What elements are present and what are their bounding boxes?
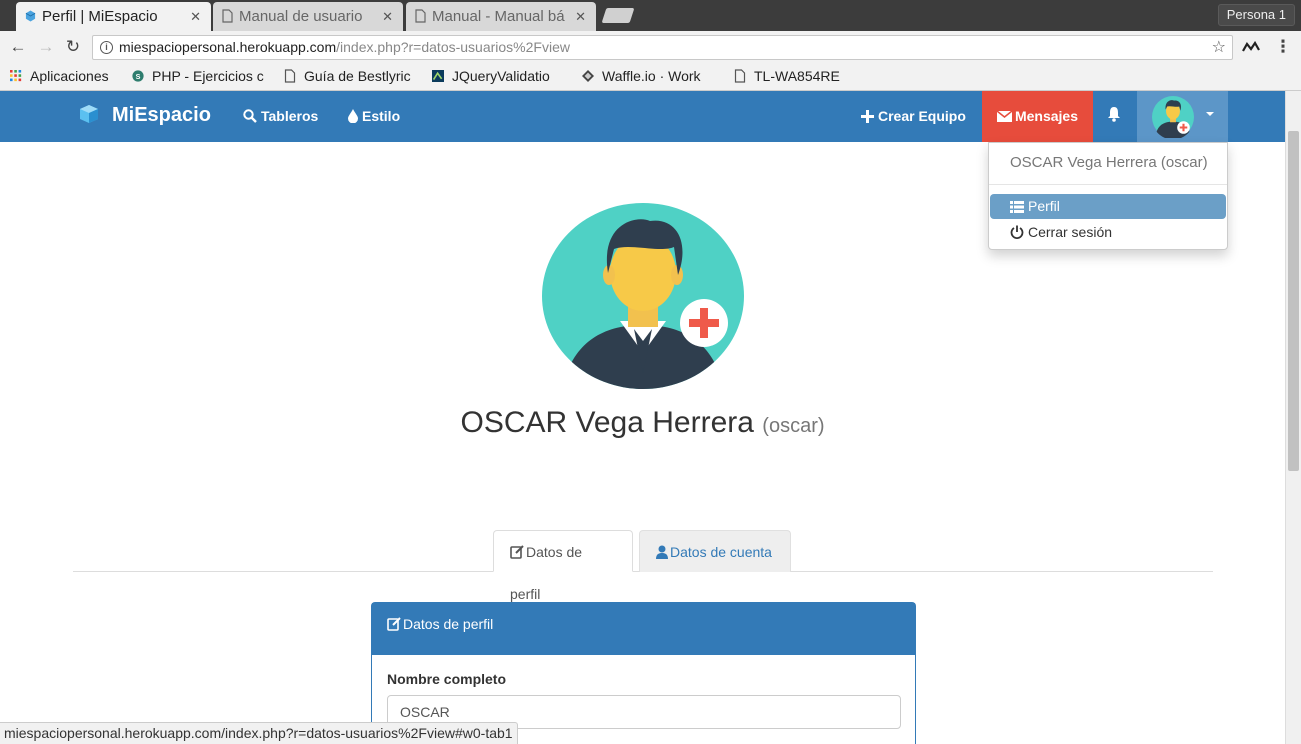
bookmark-aplicaciones[interactable]: Aplicaciones: [10, 68, 109, 84]
svg-text:S: S: [136, 72, 141, 81]
new-tab-button[interactable]: [601, 8, 635, 23]
tab-label: Manual de usuario: [239, 8, 363, 25]
page-icon: [222, 9, 233, 23]
tab-datos-cuenta[interactable]: Datos de cuenta: [639, 530, 791, 572]
menu-item-cerrar-sesion[interactable]: Cerrar sesión: [990, 220, 1226, 245]
panel-heading: Datos de perfil: [372, 603, 915, 655]
nav-label: Tableros: [261, 108, 319, 124]
bookmark-tl-wa854re[interactable]: TL-WA854RE: [734, 68, 840, 84]
nav-estilo[interactable]: Estilo: [348, 108, 400, 124]
menu-item-label: Cerrar sesión: [1028, 224, 1113, 240]
mensajes-button[interactable]: Mensajes: [982, 91, 1093, 142]
close-tab-icon[interactable]: ✕: [382, 9, 393, 25]
forward-icon[interactable]: →: [36, 37, 56, 57]
tab-label: Perfil | MiEspacio: [42, 8, 158, 25]
crear-equipo-button[interactable]: Crear Equipo: [861, 108, 966, 124]
scrollbar-thumb[interactable]: [1288, 131, 1299, 471]
nombre-completo-label: Nombre completo: [387, 671, 507, 687]
bookmarks-bar: Aplicaciones S PHP - Ejercicios c Guía d…: [0, 63, 1301, 91]
bookmark-label: Waffle.io · Work: [602, 68, 701, 84]
nav-tableros[interactable]: Tableros: [243, 108, 318, 124]
waffle-icon: [582, 70, 594, 82]
url-path: /index.php?r=datos-usuarios%2Fview: [336, 39, 570, 55]
dropdown-divider: [989, 184, 1227, 185]
page-icon: [734, 69, 746, 83]
profile-name-heading: OSCAR Vega Herrera (oscar): [0, 406, 1285, 440]
plus-icon: [861, 110, 874, 123]
browser-status-bar: miespaciopersonal.herokuapp.com/index.ph…: [0, 722, 518, 744]
browser-tab-manual-usuario[interactable]: Manual de usuario ✕: [213, 2, 403, 31]
miespacio-favicon-icon: [25, 10, 36, 22]
bookmark-jqueryvalidation[interactable]: JQueryValidatio: [432, 68, 569, 84]
panel-title: Datos de perfil: [403, 616, 494, 632]
close-tab-icon[interactable]: ✕: [575, 9, 586, 25]
reload-icon[interactable]: ↻: [63, 37, 83, 57]
chevron-down-icon: [1206, 112, 1214, 116]
user-menu-toggle[interactable]: [1137, 91, 1228, 142]
back-icon[interactable]: ←: [8, 37, 28, 57]
close-tab-icon[interactable]: ✕: [190, 9, 201, 25]
bookmark-label: PHP - Ejercicios c: [152, 68, 264, 84]
browser-tab-perfil[interactable]: Perfil | MiEspacio ✕: [16, 2, 211, 31]
tint-icon: [348, 109, 358, 123]
browser-profile-button[interactable]: Persona 1: [1217, 4, 1295, 26]
browser-tab-manual-basico[interactable]: Manual - Manual bá ✕: [406, 2, 596, 31]
url-host: miespaciopersonal.herokuapp.com: [119, 39, 337, 55]
jquery-icon: [432, 70, 444, 82]
edit-icon: [510, 545, 524, 559]
page-icon: [415, 9, 426, 23]
crear-equipo-label: Crear Equipo: [878, 108, 966, 124]
bookmark-label: JQueryValidatio: [452, 68, 550, 84]
brand-link[interactable]: MiEspacio: [78, 104, 211, 127]
list-icon: [1010, 201, 1024, 213]
bookmark-label: Guía de Bestlyric: [304, 68, 411, 84]
extension-icon[interactable]: [1242, 41, 1260, 53]
tab-label: Datos de cuenta: [670, 544, 772, 560]
page-icon: [284, 69, 296, 83]
avatar: [1152, 96, 1194, 138]
edit-icon: [387, 617, 401, 631]
info-icon[interactable]: i: [100, 41, 113, 54]
tab-label: Manual - Manual bá: [432, 8, 565, 25]
bookmark-star-icon[interactable]: ☆: [1212, 36, 1226, 59]
bookmark-guia-bestlyric[interactable]: Guía de Bestlyric: [284, 68, 420, 84]
app-navbar: MiEspacio Tableros Estilo Crear Equipo M…: [0, 91, 1285, 142]
bookmark-label: Aplicaciones: [30, 68, 109, 84]
tab-datos-perfil[interactable]: Datos de perfil: [493, 530, 633, 602]
bookmark-waffle[interactable]: Waffle.io · Work: [582, 68, 718, 84]
user-icon: [656, 545, 668, 559]
bell-icon[interactable]: [1107, 106, 1121, 122]
browser-toolbar: ← → ↻ i miespaciopersonal.herokuapp.com/…: [0, 31, 1301, 63]
brand-name: MiEspacio: [112, 104, 211, 126]
menu-item-perfil[interactable]: Perfil: [990, 194, 1226, 219]
envelope-icon: [996, 111, 1012, 122]
bookmark-label: TL-WA854RE: [754, 68, 840, 84]
nav-label: Estilo: [362, 108, 401, 124]
profile-username: (oscar): [762, 415, 825, 437]
browser-menu-icon[interactable]: ⋮: [1273, 37, 1293, 57]
profile-avatar: [542, 203, 744, 389]
menu-item-label: Perfil: [1028, 198, 1060, 214]
browser-tab-strip: Perfil | MiEspacio ✕ Manual de usuario ✕…: [0, 0, 1301, 31]
profile-full-name: OSCAR Vega Herrera: [460, 406, 754, 439]
php-site-icon: S: [132, 70, 144, 82]
address-bar[interactable]: i miespaciopersonal.herokuapp.com/index.…: [92, 35, 1233, 60]
apps-grid-icon: [10, 70, 22, 82]
search-icon: [243, 109, 257, 123]
brand-logo-icon: [80, 105, 98, 123]
user-dropdown-menu: OSCAR Vega Herrera (oscar) Perfil Cerrar…: [988, 142, 1228, 250]
mensajes-label: Mensajes: [1014, 108, 1079, 124]
bookmark-php-ejercicios[interactable]: S PHP - Ejercicios c: [132, 68, 270, 84]
page-scrollbar[interactable]: [1285, 91, 1301, 744]
dropdown-header: OSCAR Vega Herrera (oscar): [1010, 154, 1208, 171]
power-icon: [1010, 225, 1024, 239]
